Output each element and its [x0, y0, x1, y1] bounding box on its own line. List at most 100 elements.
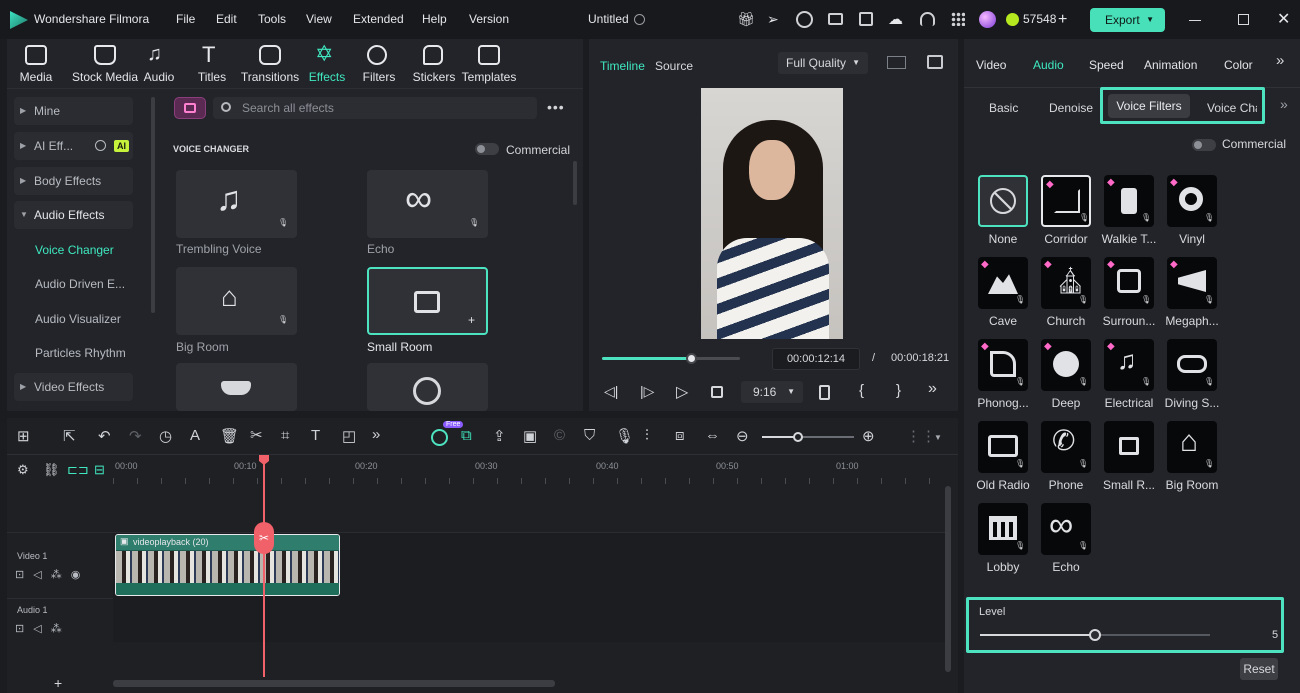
copyright-icon[interactable]: ©	[554, 427, 565, 444]
effect-card-spiral[interactable]	[367, 363, 488, 411]
fullscreen-icon[interactable]	[819, 385, 830, 400]
aspect-select[interactable]: 9:16 ▼	[741, 381, 803, 403]
prev-frame-icon[interactable]: ◁|	[604, 383, 618, 400]
timeline-options-icon[interactable]: ⋮⋮	[906, 427, 936, 445]
mask-tool-icon[interactable]: ◰	[342, 427, 356, 445]
track-settings-icon[interactable]: ⚙	[17, 462, 29, 478]
search-input[interactable]: Search all effects	[213, 97, 537, 119]
snap-icon[interactable]: ⊟	[94, 462, 105, 478]
menu-tools[interactable]: Tools	[258, 0, 286, 39]
level-slider-handle[interactable]	[1089, 629, 1101, 641]
tab-animation[interactable]: Animation	[1144, 58, 1197, 72]
tab-color[interactable]: Color	[1224, 58, 1253, 72]
effect-card-echo[interactable]: ∞ 🎙︎	[367, 170, 488, 238]
tab-audio[interactable]: Audio	[1033, 58, 1064, 72]
sidebar-item-body-effects[interactable]: ▶ Body Effects	[14, 167, 133, 195]
filter-phonograph[interactable]: ◆ 🎙︎	[978, 339, 1028, 391]
timeline-scrollbar-v[interactable]	[945, 486, 951, 672]
tab-source[interactable]: Source	[655, 59, 693, 73]
more-tabs-icon[interactable]: »	[1276, 52, 1284, 69]
preview-progress-handle[interactable]	[685, 353, 697, 364]
filter-cave[interactable]: ◆ 🎙︎	[978, 257, 1028, 309]
sidebar-item-ai-effects[interactable]: ▶ AI Eff... AI	[14, 132, 133, 160]
tab-filters[interactable]: Filters	[355, 43, 403, 89]
tab-titles[interactable]: T Titles	[187, 42, 237, 89]
layout-grid-icon[interactable]: ⊞	[17, 427, 30, 445]
filter-small-room[interactable]	[1104, 421, 1154, 473]
chevron-down-icon[interactable]: ▼	[934, 433, 942, 442]
image-edit-icon[interactable]: ▣	[523, 427, 537, 445]
reset-button[interactable]: Reset	[1240, 658, 1278, 680]
text-to-speech-icon[interactable]: A	[190, 427, 200, 444]
tab-timeline[interactable]: Timeline	[600, 59, 645, 73]
sidebar-scrollbar[interactable]	[151, 97, 155, 313]
filter-megaphone[interactable]: ◆ 🎙︎	[1167, 257, 1217, 309]
grid-view-icon[interactable]	[887, 56, 906, 69]
menu-file[interactable]: File	[176, 0, 195, 39]
export-clip-icon[interactable]: ⇪	[493, 427, 506, 445]
filter-corridor[interactable]: ◆ 🎙︎	[1041, 175, 1091, 227]
zoom-slider-track[interactable]	[762, 432, 854, 442]
lock-icon[interactable]: ⊡	[15, 623, 33, 635]
save-icon[interactable]	[859, 12, 873, 26]
microphone-icon[interactable]: 🎙︎	[615, 427, 634, 445]
volume-icon[interactable]: ◁	[33, 569, 50, 581]
layout-icon[interactable]	[828, 13, 843, 25]
sidebar-subitem-audio-driven[interactable]: Audio Driven E...	[35, 277, 125, 291]
split-scissors-icon[interactable]: ✂	[250, 426, 263, 444]
filter-deep[interactable]: ◆ 🎙︎	[1041, 339, 1091, 391]
effect-card-small-room[interactable]: +	[367, 267, 488, 335]
timeline-scrollbar-h[interactable]	[113, 680, 555, 687]
sidebar-item-video-effects[interactable]: ▶ Video Effects	[14, 373, 133, 401]
filter-phone[interactable]: ✆ 🎙︎	[1041, 421, 1091, 473]
cloud-upload-icon[interactable]: ☁	[888, 0, 903, 39]
snapshot-icon[interactable]	[927, 55, 943, 69]
mark-out-icon[interactable]: }	[896, 382, 901, 399]
more-subtabs-icon[interactable]: »	[1280, 96, 1288, 112]
unlink-icon[interactable]: ⛓︎	[43, 462, 60, 478]
clip-fit-icon[interactable]: ⇔	[705, 427, 720, 444]
level-slider-track[interactable]	[980, 629, 1210, 641]
filter-diving-suit[interactable]: 🎙︎	[1167, 339, 1217, 391]
delete-icon[interactable]: 🗑︎	[220, 427, 239, 445]
auto-reframe-icon[interactable]: ⧉	[461, 427, 472, 444]
subtab-voice-changer[interactable]: Voice Cha	[1207, 101, 1257, 115]
menu-extended[interactable]: Extended	[353, 0, 404, 39]
filter-walkie-talkie[interactable]: ◆ 🎙︎	[1104, 175, 1154, 227]
tab-stickers[interactable]: Stickers	[409, 43, 459, 89]
subtab-denoise[interactable]: Denoise	[1049, 101, 1093, 115]
effects-scrollbar[interactable]	[573, 161, 577, 205]
zoom-in-icon[interactable]: ⊕	[862, 427, 875, 445]
filter-surround[interactable]: ◆ 🎙︎	[1104, 257, 1154, 309]
tab-templates[interactable]: Templates	[459, 43, 519, 89]
volume-icon[interactable]: ◁	[33, 623, 50, 635]
crop-icon[interactable]: ⌗	[281, 427, 289, 444]
project-title[interactable]: Untitled	[588, 0, 629, 39]
link-icon[interactable]: ⊏⊐	[67, 462, 89, 478]
effect-card-trembling-voice[interactable]: ♫ 🎙︎	[176, 170, 297, 238]
more-options-icon[interactable]: •••	[547, 99, 565, 115]
scene-detect-icon[interactable]: ⧈	[675, 427, 685, 444]
filter-big-room[interactable]: ⌂ 🎙︎	[1167, 421, 1217, 473]
mark-in-icon[interactable]: {	[859, 382, 864, 399]
more-tools-icon[interactable]: »	[372, 426, 380, 443]
gift-icon[interactable]: 🎁︎	[737, 0, 755, 39]
filter-church[interactable]: ◆ ⛪︎ 🎙︎	[1041, 257, 1091, 309]
favorites-button[interactable]	[174, 97, 206, 119]
ai-copilot-icon[interactable]	[431, 429, 448, 446]
commercial-toggle[interactable]	[475, 143, 499, 155]
add-track-icon[interactable]: +	[54, 675, 62, 691]
video-clip[interactable]: ▣ videoplayback (20)	[115, 534, 340, 596]
filter-none[interactable]	[978, 175, 1028, 227]
undo-icon[interactable]: ↶	[98, 427, 111, 445]
filter-vinyl[interactable]: ◆ 🎙︎	[1167, 175, 1217, 227]
text-icon[interactable]: T	[311, 427, 320, 444]
eye-icon[interactable]: ◉	[71, 569, 90, 581]
sidebar-subitem-particles-rhythm[interactable]: Particles Rhythm	[35, 346, 126, 360]
sidebar-subitem-voice-changer[interactable]: Voice Changer	[35, 243, 114, 257]
export-button[interactable]: Export ▼	[1090, 8, 1165, 32]
subtab-basic[interactable]: Basic	[989, 101, 1018, 115]
add-credits-icon[interactable]: +	[1058, 0, 1067, 39]
speed-icon[interactable]: ◷	[159, 427, 172, 445]
commercial-toggle[interactable]	[1192, 139, 1216, 151]
